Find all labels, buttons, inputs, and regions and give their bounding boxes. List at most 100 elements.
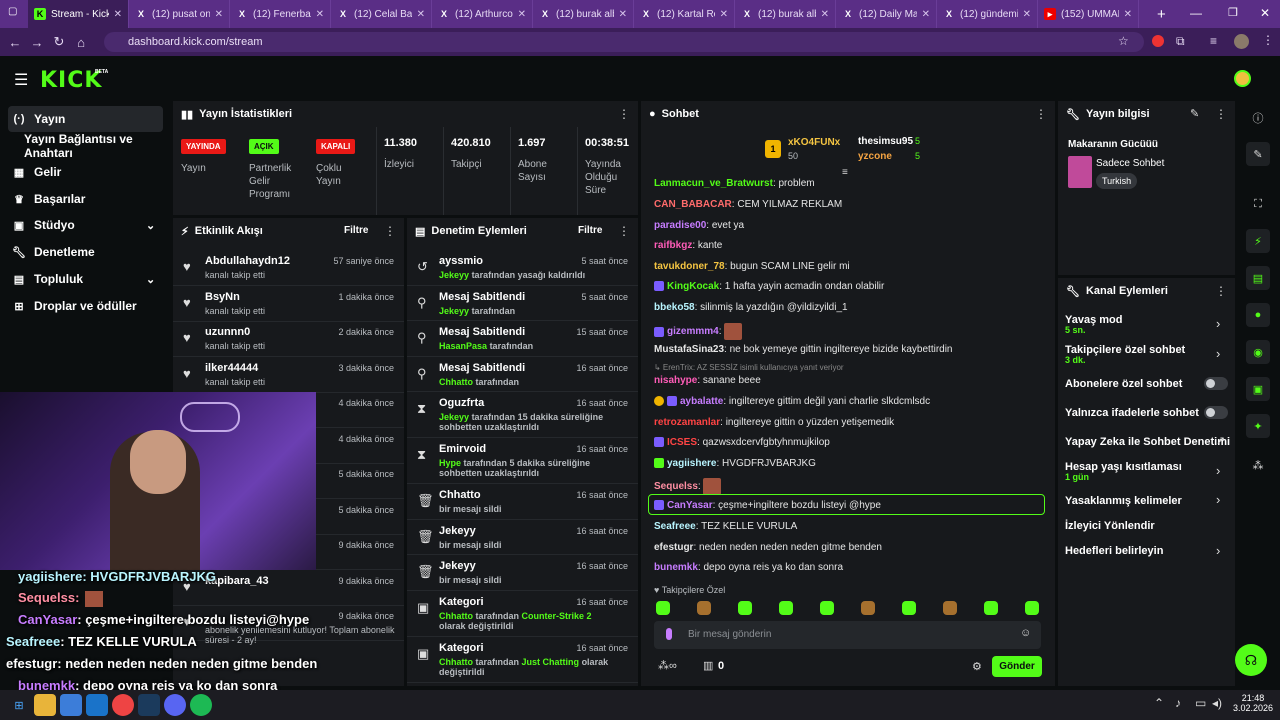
outlook-icon[interactable] (86, 694, 108, 716)
profile-avatar[interactable] (1234, 34, 1249, 49)
apps-icon[interactable]: ⁂ (1246, 453, 1270, 477)
forward-button[interactable]: → (26, 35, 48, 50)
send-button[interactable]: Gönder (992, 656, 1042, 677)
chat-username[interactable]: efestugr (654, 542, 693, 553)
volume-tray-icon[interactable]: ◂) (1212, 696, 1222, 710)
chat-username[interactable]: Seafreee (654, 521, 696, 532)
minimize-button[interactable]: — (1190, 6, 1202, 20)
close-tab-icon[interactable]: ✕ (720, 9, 728, 20)
chat-username[interactable]: Sequelss (654, 481, 698, 492)
browser-tab[interactable]: X (12) burak alba ✕ (735, 0, 836, 28)
moderation-target[interactable]: Kategori (439, 642, 484, 654)
moderation-target[interactable]: Mesaj Sabitlendi (439, 362, 525, 374)
reload-button[interactable]: ↻ (48, 34, 70, 50)
display-tray-icon[interactable]: ▭ (1195, 696, 1206, 710)
close-tab-icon[interactable]: ✕ (922, 9, 930, 20)
moderator-name[interactable]: Chhatto (439, 657, 473, 667)
browser-tab[interactable]: X (12) Daily Mag ✕ (836, 0, 937, 28)
moderator-name[interactable]: Jekeyy (439, 412, 469, 422)
close-tab-icon[interactable]: ✕ (1124, 9, 1132, 20)
clock[interactable]: 21:48 3.02.2026 (1233, 693, 1273, 713)
steam-icon[interactable] (138, 694, 160, 716)
chat-username[interactable]: ICSES (667, 437, 697, 448)
kebab-menu-icon[interactable]: ⋮ (1215, 107, 1227, 121)
chat-username[interactable]: bunemkk (654, 562, 698, 573)
restore-button[interactable]: ❐ (1228, 6, 1238, 19)
chat-username[interactable]: paradise00 (654, 220, 706, 231)
points-icon[interactable]: ⁂∞ (658, 659, 677, 672)
moderation-target[interactable]: Kategori (439, 596, 484, 608)
activity-user[interactable]: BsyNn (205, 291, 240, 303)
chat-input[interactable]: Bir mesaj gönderin ☺ (654, 621, 1041, 649)
emote-icon[interactable] (902, 601, 916, 615)
filter-button[interactable]: Filtre (578, 225, 602, 236)
sidebar-item-denetleme[interactable]: 🔧︎ Denetleme (8, 239, 163, 265)
toggle-switch[interactable] (1204, 406, 1228, 419)
close-tab-icon[interactable]: ✕ (518, 9, 526, 20)
moderation-target[interactable]: Jekeyy (439, 560, 476, 572)
sidebar-item-stream-key[interactable]: Yayın Bağlantısı ve Anahtarı (20, 132, 180, 160)
browser-tab[interactable]: X (12) gündemic ✕ (937, 0, 1038, 28)
moderation-target[interactable]: Oguzfrta (439, 397, 484, 409)
hamburger-menu-icon[interactable]: ☰ (14, 70, 28, 90)
browser-tab[interactable]: X (12) pusat on X ✕ (129, 0, 230, 28)
moderation-target[interactable]: Jekeyy (439, 525, 476, 537)
store-icon[interactable] (60, 694, 82, 716)
moderation-target[interactable]: Mesaj Sabitlendi (439, 326, 525, 338)
close-tab-icon[interactable]: ✕ (1023, 9, 1031, 20)
chat-username[interactable]: CAN_BABACAR (654, 199, 732, 210)
close-window-button[interactable]: ✕ (1260, 6, 1270, 20)
emote-icon[interactable] (779, 601, 793, 615)
kebab-menu-icon[interactable]: ⋮ (1035, 107, 1047, 121)
category-name[interactable]: Sadece Sohbet (1096, 158, 1164, 169)
kebab-menu-icon[interactable]: ⋮ (618, 107, 630, 121)
back-button[interactable]: ← (4, 35, 26, 50)
filter-button[interactable]: Filtre (344, 225, 368, 236)
close-tab-icon[interactable]: ✕ (417, 9, 425, 20)
user-avatar[interactable] (1234, 70, 1251, 87)
chat-username[interactable]: bbeko58 (654, 302, 695, 313)
close-tab-icon[interactable]: ✕ (821, 9, 829, 20)
bookmark-star-icon[interactable]: ☆ (1118, 34, 1129, 48)
chat-username[interactable]: KingKocak (667, 281, 719, 292)
emote-icon[interactable] (697, 601, 711, 615)
moderator-name[interactable]: Chhatto (439, 611, 473, 621)
pencil-icon[interactable]: ✎ (1246, 142, 1270, 166)
kebab-menu-icon[interactable]: ⋮ (1215, 284, 1227, 298)
activity-user[interactable]: uzunnn0 (205, 326, 250, 338)
chat-username[interactable]: yagiishere (667, 458, 716, 469)
activity-user[interactable]: Abdullahaydn12 (205, 255, 290, 267)
close-tab-icon[interactable]: ✕ (619, 9, 627, 20)
emote-icon[interactable] (861, 601, 875, 615)
toggle-switch[interactable] (1204, 377, 1228, 390)
discord-icon[interactable] (164, 694, 186, 716)
sidebar-item-droplar[interactable]: ⊞ Droplar ve ödüller (8, 293, 163, 319)
close-tab-icon[interactable]: ✕ (316, 9, 324, 20)
home-button[interactable]: ⌂ (70, 35, 92, 50)
browser-tab[interactable]: X (12) Kartal Reci ✕ (634, 0, 735, 28)
chrome-icon[interactable] (112, 694, 134, 716)
support-button[interactable]: ☊ (1235, 644, 1267, 676)
file-explorer-icon[interactable] (34, 694, 56, 716)
chat-username[interactable]: nisahype (654, 375, 697, 386)
close-tab-icon[interactable]: ✕ (114, 9, 122, 20)
spotify-icon[interactable] (190, 694, 212, 716)
collapse-icon[interactable]: ≡ (842, 167, 848, 178)
mic-tray-icon[interactable]: ♪ (1175, 696, 1181, 710)
chat-username[interactable]: retrozamanlar (654, 417, 720, 428)
moderator-name[interactable]: Jekeyy (439, 306, 469, 316)
moderation-target[interactable]: Mesaj Sabitlendi (439, 291, 525, 303)
browser-tab[interactable]: K Stream - Kick D ✕ (28, 0, 129, 28)
chat-username[interactable]: MustafaSina23 (654, 344, 724, 355)
sidebar-item-gelir[interactable]: ▦ Gelir (8, 159, 163, 185)
lightning-icon[interactable]: ⚡︎ (1246, 229, 1270, 253)
gift-icon[interactable]: ▥ (703, 659, 713, 672)
chat-username[interactable]: Lanmacun_ve_Bratwurst (654, 178, 773, 189)
wrench-icon[interactable]: ✦ (1246, 414, 1270, 438)
extension-icon[interactable] (1152, 35, 1164, 47)
emote-icon[interactable] (738, 601, 752, 615)
info-icon[interactable]: ⓘ (1246, 106, 1270, 130)
activity-user[interactable]: ilker44444 (205, 362, 258, 374)
chat-username[interactable]: gizemmm4 (667, 326, 719, 337)
chat-username[interactable]: tavukdoner_78 (654, 261, 725, 272)
